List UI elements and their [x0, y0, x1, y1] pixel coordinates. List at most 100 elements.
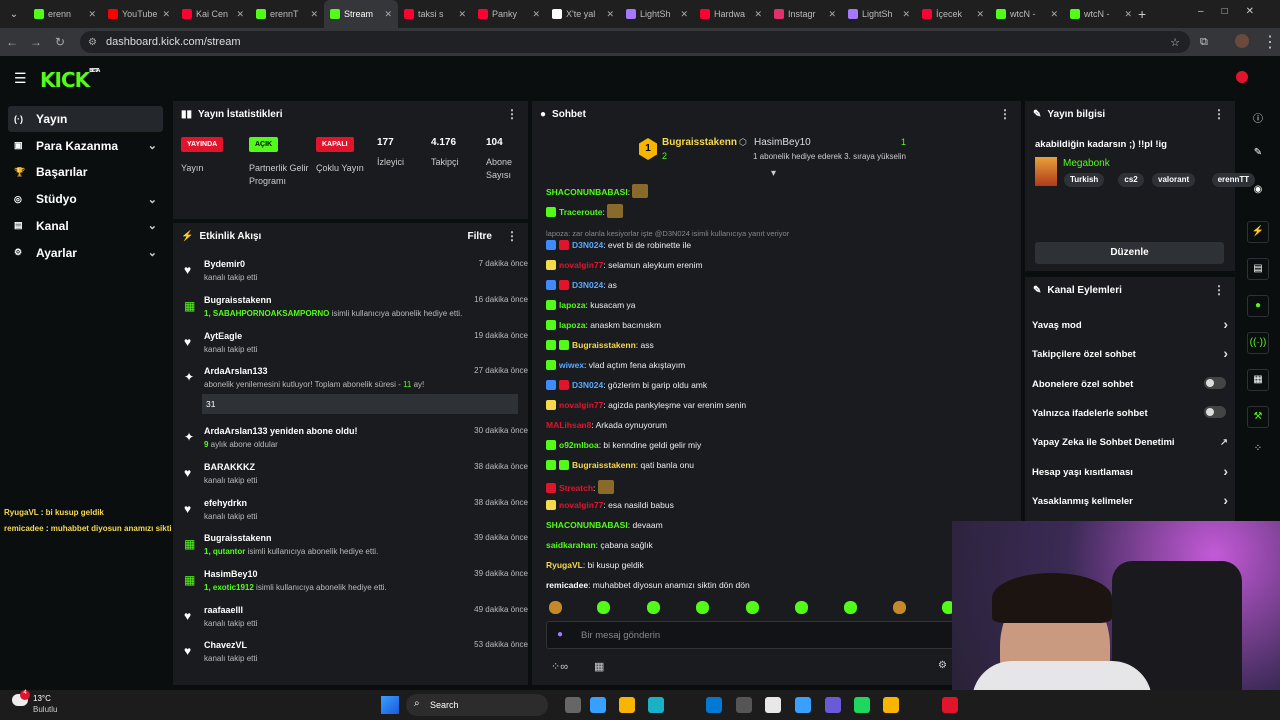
- edit-button[interactable]: Düzenle: [1035, 242, 1224, 264]
- browser-tab[interactable]: Stream ✕: [324, 0, 398, 28]
- activity-event[interactable]: ♥ ChavezVL 53 dakika önce kanalı takip etti: [180, 638, 530, 674]
- filter-button[interactable]: Filtre: [468, 231, 492, 242]
- emote-icon[interactable]: [696, 601, 709, 614]
- tab-search-icon[interactable]: ⌄: [0, 9, 28, 20]
- notes-icon[interactable]: ▤: [1247, 258, 1269, 280]
- tab-close-icon[interactable]: ✕: [310, 9, 318, 20]
- category-name[interactable]: Megabonk: [1063, 158, 1110, 169]
- camera-icon[interactable]: ◉: [1250, 184, 1266, 200]
- chat-username[interactable]: saidkarahan: [546, 540, 596, 550]
- chat-message[interactable]: novalgin77: agizda pankyleşme var erenim…: [546, 400, 746, 410]
- chevron-right-icon[interactable]: ›: [1223, 463, 1228, 479]
- obs-icon[interactable]: [736, 697, 752, 713]
- activity-event[interactable]: ▦ Bugraisstakenn 39 dakika önce 1, qutantor…: [180, 531, 530, 567]
- tab-close-icon[interactable]: ✕: [236, 9, 244, 20]
- channel-action-item[interactable]: Yapay Zeka ile Sohbet Denetimi ↗: [1032, 437, 1232, 448]
- windows-start-icon[interactable]: [381, 696, 399, 714]
- kick-logo[interactable]: KICKBETA: [40, 68, 100, 92]
- activity-menu-icon[interactable]: ⋮: [506, 229, 518, 243]
- browser-tab[interactable]: Hardwa ✕: [694, 0, 768, 28]
- tab-close-icon[interactable]: ✕: [976, 9, 984, 20]
- tab-close-icon[interactable]: ✕: [1124, 9, 1132, 20]
- emote-icon[interactable]: [893, 601, 906, 614]
- chat-username[interactable]: lapoza: [559, 320, 585, 330]
- tab-close-icon[interactable]: ✕: [754, 9, 762, 20]
- chevron-right-icon[interactable]: ›: [1223, 492, 1228, 508]
- tab-close-icon[interactable]: ✕: [458, 9, 466, 20]
- chat-message[interactable]: RyugaVL: bi kusup geldik: [546, 560, 644, 570]
- sidebar-item[interactable]: (·) Yayın: [8, 106, 163, 132]
- activity-event[interactable]: ♥ AytEagle 19 dakika önce kanalı takip etti: [180, 329, 530, 365]
- copilot-icon[interactable]: [590, 697, 606, 713]
- chat-message[interactable]: lapoza: anaskm bacınıskm: [546, 320, 661, 330]
- browser-tab[interactable]: wtcN - ✕: [990, 0, 1064, 28]
- chat-icon[interactable]: ●: [1247, 295, 1269, 317]
- wrench-icon[interactable]: ⚒: [1247, 406, 1269, 428]
- chat-username[interactable]: D3N024: [572, 240, 603, 250]
- category-thumbnail[interactable]: [1035, 157, 1057, 186]
- activity-event[interactable]: ♥ BARAKKKZ 38 dakika önce kanalı takip etti: [180, 460, 530, 496]
- tag-chip[interactable]: valorant: [1152, 173, 1196, 187]
- chat-username[interactable]: MALihsan8: [546, 420, 591, 430]
- chat-message[interactable]: MALihsan8: Arkada oynuyorum: [546, 420, 667, 430]
- chat-username[interactable]: lapoza: [559, 300, 585, 310]
- sidebar-item[interactable]: ◎ Stüdyo ⌄: [8, 186, 163, 212]
- chat-message[interactable]: D3N024: evet bi de robinette ile: [546, 240, 691, 250]
- explorer-icon[interactable]: [619, 697, 635, 713]
- sidebar-item[interactable]: ▣ Para Kazanma ⌄: [8, 133, 163, 159]
- browser-tab[interactable]: İçecek ✕: [916, 0, 990, 28]
- chat-message[interactable]: D3N024: as: [546, 280, 617, 290]
- browser-tab[interactable]: LightSh ✕: [620, 0, 694, 28]
- chat-username[interactable]: novalgin77: [559, 400, 603, 410]
- browser-tab[interactable]: erennT ✕: [250, 0, 324, 28]
- activity-event[interactable]: ▦ Bugraisstakenn 16 dakika önce 1, SABAHPOR…: [180, 293, 530, 329]
- site-info-icon[interactable]: ⚙: [88, 37, 97, 48]
- chat-username[interactable]: RyugaVL: [546, 560, 583, 570]
- chat-username[interactable]: D3N024: [572, 280, 603, 290]
- emote-icon[interactable]: [844, 601, 857, 614]
- chevron-down-icon[interactable]: ⌄: [148, 246, 157, 259]
- profile-avatar[interactable]: [1235, 34, 1249, 48]
- browser-tab[interactable]: YouTube ✕: [102, 0, 176, 28]
- forward-icon[interactable]: →: [24, 35, 48, 49]
- tab-close-icon[interactable]: ✕: [1050, 9, 1058, 20]
- tab-close-icon[interactable]: ✕: [606, 9, 614, 20]
- emote-icon[interactable]: [549, 601, 562, 614]
- chat-settings-icon[interactable]: ⚙: [938, 660, 947, 671]
- tab-close-icon[interactable]: ✕: [88, 9, 96, 20]
- taskbar-search[interactable]: ⌕ Search: [406, 694, 548, 716]
- chat-message[interactable]: lapoza: kusacam ya: [546, 300, 636, 310]
- chat-username[interactable]: SHACONUNBABASI: [546, 187, 628, 197]
- chat-message[interactable]: Bugraisstakenn: qati banla onu: [546, 460, 694, 470]
- tag-chip[interactable]: erennTT: [1211, 173, 1256, 187]
- extensions-icon[interactable]: ⧉: [1200, 36, 1208, 49]
- discord-icon[interactable]: [825, 697, 841, 713]
- chat-message[interactable]: SHACONUNBABASI: devaam: [546, 520, 663, 530]
- chat-username[interactable]: novalgin77: [559, 260, 603, 270]
- new-tab-button[interactable]: +: [1138, 6, 1158, 22]
- url-field[interactable]: ⚙ dashboard.kick.com/stream ☆: [80, 31, 1190, 53]
- tab-close-icon[interactable]: ✕: [902, 9, 910, 20]
- collapse-icon[interactable]: ▾: [771, 168, 776, 179]
- chat-message[interactable]: D3N024: gözlerim bi garip oldu amk: [546, 380, 707, 390]
- browser-tab[interactable]: X'te yal ✕: [546, 0, 620, 28]
- channel-action-item[interactable]: Yasaklanmış kelimeler ›: [1032, 492, 1232, 508]
- spotify-icon[interactable]: [854, 697, 870, 713]
- channel-action-item[interactable]: Yalnızca ifadelerle sohbet: [1032, 405, 1232, 419]
- app-icon[interactable]: [795, 697, 811, 713]
- chat-message[interactable]: novalgin77: esa nasildi babus: [546, 500, 674, 510]
- browser-tab[interactable]: Instagr ✕: [768, 0, 842, 28]
- chat-message[interactable]: saidkarahan: çabana sağlık: [546, 540, 653, 550]
- activity-event[interactable]: ✦ ArdaArslan133 yeniden abone oldu! 30 dak…: [180, 424, 530, 460]
- bookmark-star-icon[interactable]: ☆: [1170, 36, 1180, 49]
- chat-message[interactable]: Bugraisstakenn: ass: [546, 340, 654, 350]
- notification-icon[interactable]: [1236, 71, 1248, 83]
- layout-icon[interactable]: ▦: [1247, 369, 1269, 391]
- channel-action-item[interactable]: Takipçilere özel sohbet ›: [1032, 345, 1232, 361]
- tab-close-icon[interactable]: ✕: [162, 9, 170, 20]
- activity-event[interactable]: ♥ efehydrkn 38 dakika önce kanalı takip ett…: [180, 496, 530, 532]
- chat-message[interactable]: lapoza: zar olanla kesiyorlar işte @D3N0…: [546, 228, 789, 238]
- tab-close-icon[interactable]: ✕: [384, 9, 392, 20]
- emote-icon[interactable]: [746, 601, 759, 614]
- sidebar-item[interactable]: ⚙ Ayarlar ⌄: [8, 240, 163, 266]
